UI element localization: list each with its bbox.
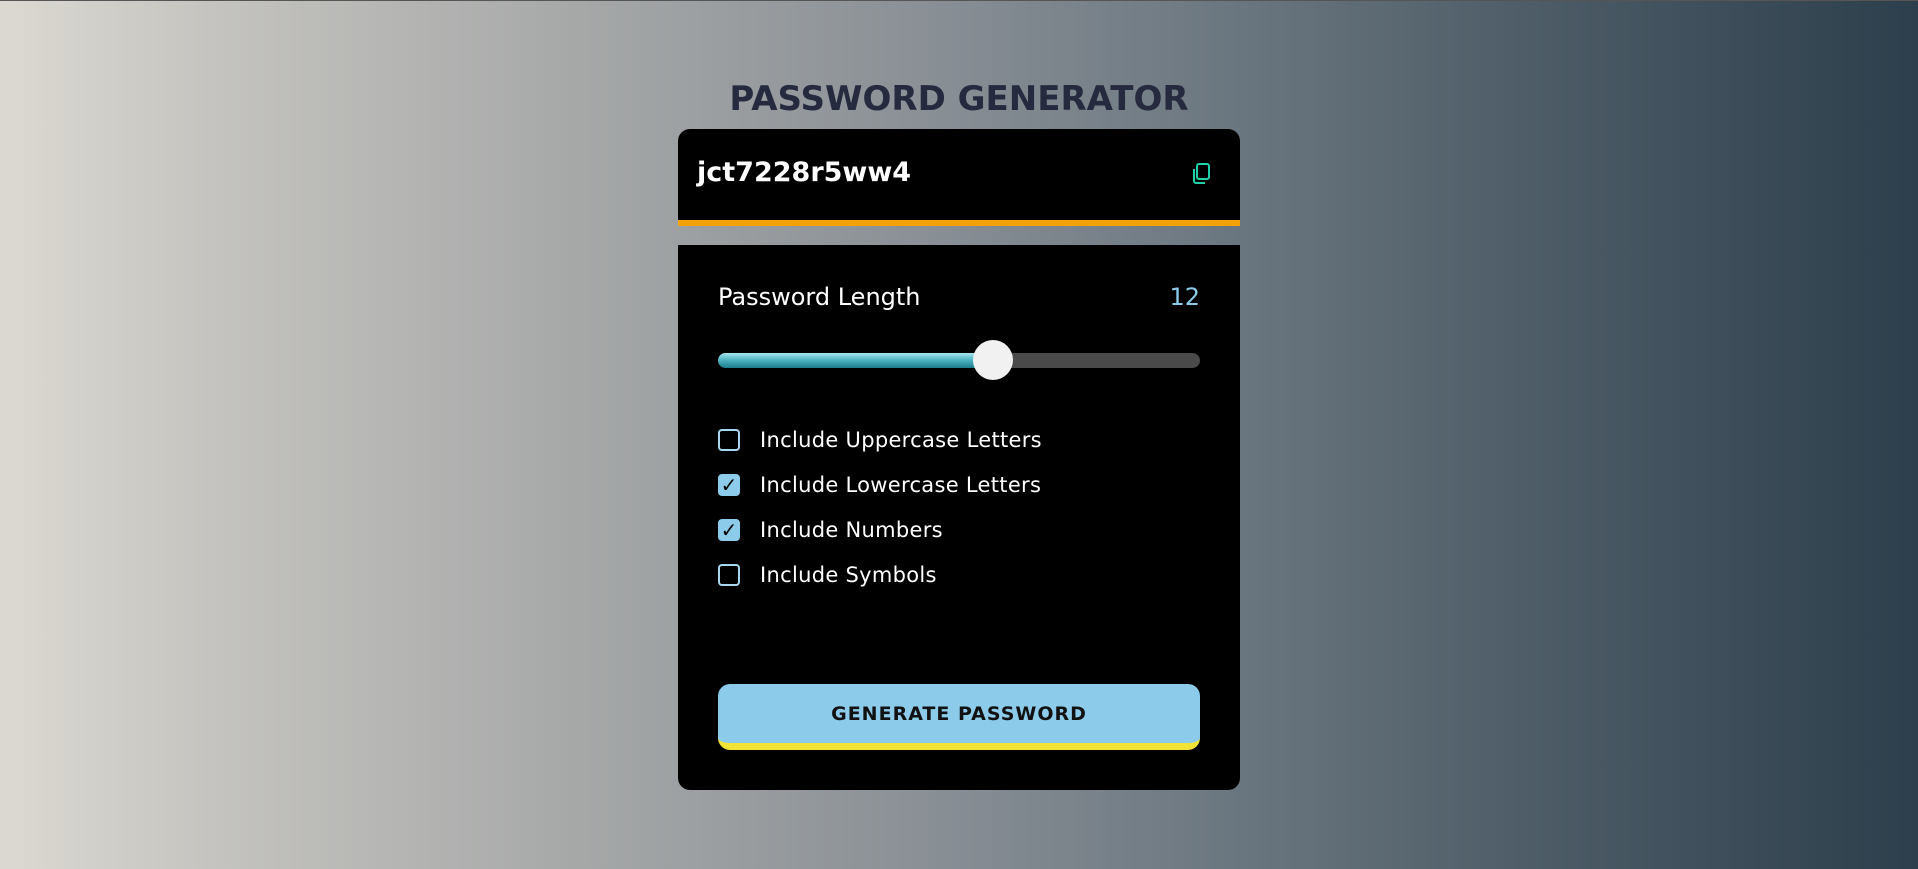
options-list: Include Uppercase Letters ✓ Include Lowe… bbox=[718, 417, 1042, 597]
length-label: Password Length bbox=[718, 283, 921, 311]
page-title: PASSWORD GENERATOR bbox=[729, 79, 1189, 119]
option-numbers[interactable]: ✓ Include Numbers bbox=[718, 507, 1042, 552]
option-label: Include Numbers bbox=[760, 517, 943, 542]
option-uppercase[interactable]: Include Uppercase Letters bbox=[718, 417, 1042, 462]
generated-password: jct7228r5ww4 bbox=[697, 157, 912, 188]
generate-password-button[interactable]: GENERATE PASSWORD bbox=[718, 684, 1200, 750]
option-lowercase[interactable]: ✓ Include Lowercase Letters bbox=[718, 462, 1042, 507]
symbols-checkbox[interactable] bbox=[718, 563, 740, 586]
length-slider[interactable] bbox=[718, 340, 1200, 380]
option-label: Include Uppercase Letters bbox=[760, 427, 1042, 452]
settings-panel: Password Length 12 Include Uppercase Let… bbox=[678, 245, 1240, 790]
lowercase-checkbox[interactable]: ✓ bbox=[718, 473, 740, 496]
option-label: Include Lowercase Letters bbox=[760, 472, 1042, 497]
option-symbols[interactable]: Include Symbols bbox=[718, 552, 1042, 597]
copy-icon-graphic bbox=[1193, 163, 1210, 184]
uppercase-checkbox[interactable] bbox=[718, 428, 740, 451]
length-value: 12 bbox=[1169, 283, 1200, 311]
numbers-checkbox[interactable]: ✓ bbox=[718, 518, 740, 541]
slider-thumb[interactable] bbox=[972, 340, 1013, 380]
option-label: Include Symbols bbox=[760, 562, 937, 587]
copy-icon[interactable] bbox=[1190, 162, 1212, 186]
slider-fill bbox=[718, 353, 993, 368]
password-display: jct7228r5ww4 bbox=[678, 129, 1240, 226]
